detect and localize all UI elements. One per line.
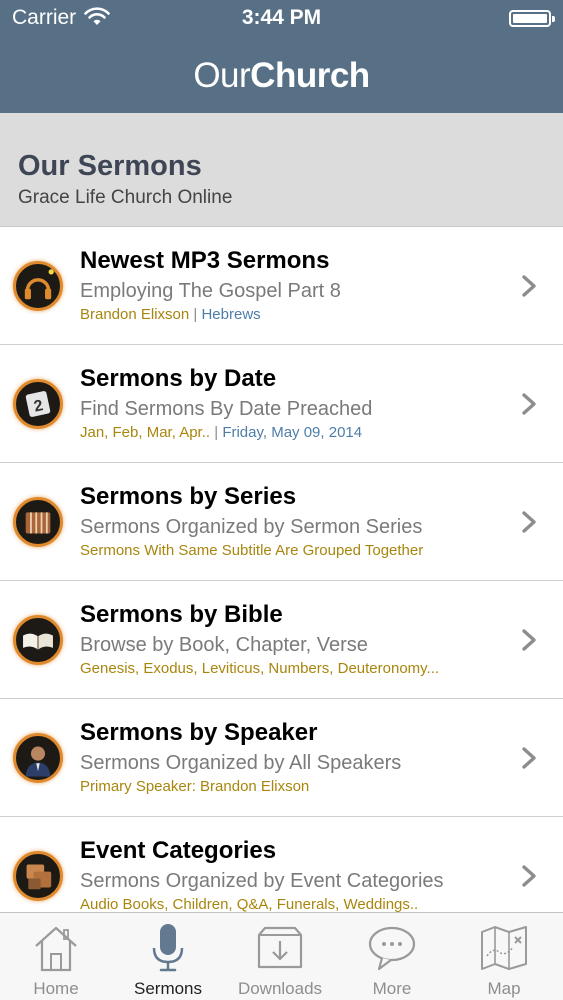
headphones-icon [13,261,63,311]
row-title: Sermons by Date [80,365,277,392]
row-title: Sermons by Bible [80,601,283,628]
chevron-right-icon [522,865,536,887]
row-meta: Primary Speaker: Brandon Elixson [80,778,310,795]
row-subtitle: Sermons Organized by All Speakers [80,752,402,774]
row-title: Sermons by Series [80,483,297,510]
book-stack-icon [13,497,63,547]
list-item-by-bible[interactable]: Sermons by Bible Browse by Book, Chapter… [0,581,563,699]
row-subtitle: Find Sermons By Date Preached [80,398,373,420]
app-title: OurChurch [193,56,370,95]
row-title: Event Categories [80,837,277,864]
home-icon [35,926,77,972]
section-subtitle: Grace Life Church Online [18,187,233,208]
list-item-by-speaker[interactable]: Sermons by Speaker Sermons Organized by … [0,699,563,817]
chevron-right-icon [522,747,536,769]
tab-more[interactable]: More [336,913,448,1000]
microphone-icon [152,924,184,972]
row-meta: Audio Books, Children, Q&A, Funerals, We… [80,896,419,913]
chevron-right-icon [522,511,536,533]
navigation-bar: Carrier 3:44 PM OurChurch [0,0,563,113]
tab-label: Downloads [237,979,323,998]
chat-bubble-icon [368,926,416,971]
status-bar: Carrier 3:44 PM [0,0,563,38]
download-icon [257,926,303,969]
chevron-right-icon [522,275,536,297]
row-meta: Sermons With Same Subtitle Are Grouped T… [80,542,424,559]
tab-sermons[interactable]: Sermons [112,913,224,1000]
open-bible-icon [13,615,63,665]
tab-bar: Home Sermons Downloads More Map [0,912,563,1000]
speaker-icon [13,733,63,783]
tab-map[interactable]: Map [448,913,560,1000]
list-item-newest-mp3[interactable]: Newest MP3 Sermons Employing The Gospel … [0,227,563,345]
tab-label: Sermons [133,979,203,998]
row-title: Sermons by Speaker [80,719,318,746]
clock: 3:44 PM [241,6,322,29]
section-title: Our Sermons [18,150,202,182]
map-icon [481,926,527,970]
battery-icon [509,10,555,27]
row-meta: Genesis, Exodus, Leviticus, Numbers, Deu… [80,660,440,677]
tab-label: Home [33,979,79,998]
chevron-right-icon [522,629,536,651]
row-subtitle: Employing The Gospel Part 8 [80,280,341,302]
row-meta: Jan, Feb, Mar, Apr.. | Friday, May 09, 2… [80,424,363,441]
chevron-right-icon [522,393,536,415]
tab-home[interactable]: Home [0,913,112,1000]
section-header: Our Sermons Grace Life Church Online [0,113,563,227]
list-item-by-series[interactable]: Sermons by Series Sermons Organized by S… [0,463,563,581]
row-subtitle: Browse by Book, Chapter, Verse [80,634,368,656]
list-item-by-date[interactable]: 2 Sermons by Date Find Sermons By Date P… [0,345,563,463]
tab-downloads[interactable]: Downloads [224,913,336,1000]
row-subtitle: Sermons Organized by Event Categories [80,870,444,892]
calendar-icon: 2 [13,379,63,429]
tab-label: Map [487,979,521,998]
folder-icon [13,851,63,901]
row-meta: Brandon Elixson | Hebrews [80,306,261,323]
tab-label: More [372,979,412,998]
row-subtitle: Sermons Organized by Sermon Series [80,516,423,538]
row-title: Newest MP3 Sermons [80,247,330,274]
